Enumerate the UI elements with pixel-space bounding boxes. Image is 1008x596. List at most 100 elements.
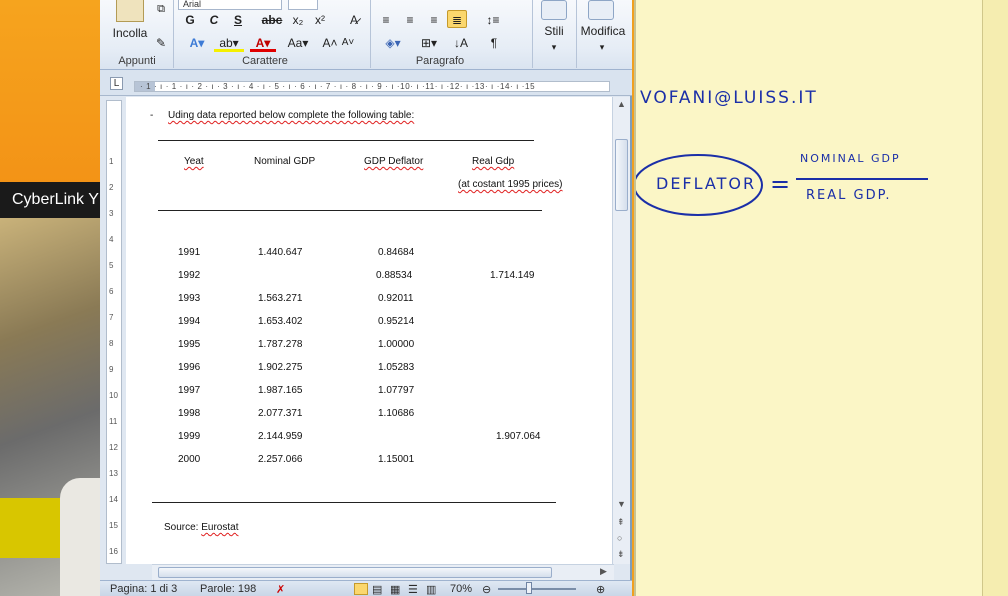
webcam-person (60, 478, 104, 596)
full-screen-view-icon[interactable]: ▤ (372, 583, 382, 596)
prev-page-icon[interactable]: ⇞ (617, 517, 625, 528)
zoom-in-icon[interactable]: ⊕ (596, 583, 605, 596)
table-cell-deflator: 1.10686 (378, 408, 415, 419)
zoom-slider-handle[interactable] (526, 582, 532, 594)
source-line: Source: Eurostat (164, 522, 239, 533)
align-right-icon[interactable]: ≡ (424, 11, 444, 29)
table-cell-year: 1993 (178, 293, 201, 304)
table-cell-real: 1.907.064 (496, 431, 541, 442)
tab-selector[interactable]: L (110, 77, 123, 90)
font-name-box[interactable]: Arial (178, 0, 282, 10)
webcam-object (0, 498, 62, 558)
line-spacing-icon[interactable]: ↕≡ (480, 11, 506, 29)
sort-icon[interactable]: ↓A (452, 34, 470, 52)
table-cell-year: 1998 (178, 408, 201, 419)
browse-object-icon[interactable]: ○ (617, 533, 622, 543)
underline-button[interactable]: S (230, 11, 246, 29)
superscript-icon[interactable]: x² (312, 11, 328, 29)
italic-button[interactable]: C (206, 11, 222, 29)
align-center-icon[interactable]: ≡ (400, 11, 420, 29)
draft-view-icon[interactable]: ▥ (426, 583, 436, 596)
header-deflator-text: GDP Deflator (364, 156, 424, 167)
table-cell-nominal: 1.902.275 (258, 362, 303, 373)
table-cell-year: 1992 (178, 270, 201, 281)
table-cell-year: 1995 (178, 339, 201, 350)
table-cell-year: 1997 (178, 385, 201, 396)
paste-button[interactable]: Incolla (108, 24, 152, 42)
zoom-out-icon[interactable]: ⊖ (482, 583, 491, 596)
word-window: Incolla ⧉ ✎ Appunti Arial G C S abc x₂ x… (100, 0, 632, 596)
shrink-font-icon[interactable]: A˅ (340, 34, 356, 52)
paragraph-group-label: Paragrafo (415, 55, 465, 67)
font-color-icon[interactable]: A▾ (250, 34, 276, 52)
ruler-ticks: · 1 · ı · 1 · ı · 2 · ı · 3 · ı · 4 · ı … (140, 82, 536, 91)
print-layout-icon[interactable] (354, 583, 368, 595)
document-page[interactable]: - Uding data reported below complete the… (126, 97, 612, 564)
web-layout-icon[interactable]: ▦ (390, 583, 400, 596)
table-cell-deflator: 0.92011 (378, 293, 414, 304)
instruction-text: Uding data reported below complete the f… (168, 110, 414, 121)
group-separator (370, 0, 371, 68)
zoom-level[interactable]: 70% (450, 583, 472, 595)
instruction-sentence: Uding data reported below complete the f… (168, 110, 415, 121)
borders-icon[interactable]: ⊞▾ (414, 34, 444, 52)
edit-dropdown-icon[interactable]: ▾ (594, 38, 610, 56)
handwritten-denominator: REAL GDP. (806, 188, 892, 203)
clipboard-group-label: Appunti (118, 55, 156, 67)
vertical-scroll-thumb[interactable] (615, 139, 628, 211)
table-cell-deflator: 1.05283 (378, 362, 415, 373)
handwritten-numerator: NOMINAL GDP (800, 152, 901, 165)
header-nominal: Nominal GDP (254, 156, 316, 167)
table-cell-nominal: 1.563.271 (258, 293, 303, 304)
subscript-icon[interactable]: x₂ (290, 11, 306, 29)
status-bar: Pagina: 1 di 3 Parole: 198 ✗ ▤ ▦ ☰ ▥ 70%… (100, 580, 632, 596)
header-year: Yeat (184, 156, 204, 167)
horizontal-scroll-thumb[interactable] (158, 567, 552, 578)
scroll-down-icon[interactable]: ▼ (617, 499, 626, 509)
change-case-icon[interactable]: Aa▾ (284, 34, 312, 52)
proofing-icon[interactable]: ✗ (276, 583, 285, 596)
styles-icon[interactable] (541, 0, 567, 20)
group-separator (532, 0, 533, 68)
header-real-sub: (at costant 1995 prices) (458, 179, 563, 190)
text-effects-icon[interactable]: A▾ (182, 34, 212, 52)
paste-icon[interactable] (116, 0, 144, 22)
format-painter-icon[interactable]: ✎ (152, 34, 170, 52)
cyberlink-taskbar-label[interactable]: CyberLink Y (0, 182, 100, 218)
align-left-icon[interactable]: ≡ (376, 11, 396, 29)
next-page-icon[interactable]: ⇟ (617, 549, 625, 560)
table-cell-nominal: 2.144.959 (258, 431, 303, 442)
bold-button[interactable]: G (182, 11, 198, 29)
copy-icon[interactable]: ⧉ (152, 0, 170, 18)
strikethrough-icon[interactable]: abc (260, 11, 284, 29)
binoculars-icon[interactable] (588, 0, 614, 20)
clear-format-icon[interactable]: A̷ (344, 11, 364, 29)
outline-view-icon[interactable]: ☰ (408, 583, 418, 596)
table-cell-real: 1.714.149 (490, 270, 535, 281)
word-count[interactable]: Parole: 198 (200, 583, 256, 595)
table-cell-deflator: 0.84684 (378, 247, 415, 258)
horizontal-ruler: L · 1 · ı · 1 · ı · 2 · ı · 3 · ı · 4 · … (100, 70, 632, 96)
scroll-right-icon[interactable]: ▶ (600, 566, 607, 577)
table-cell-year: 2000 (178, 454, 201, 465)
table-cell-nominal: 2.257.066 (258, 454, 303, 465)
justify-icon[interactable]: ≣ (447, 10, 467, 28)
header-real: Real Gdp (472, 156, 514, 167)
whiteboard-edge (982, 0, 1008, 596)
vertical-scrollbar[interactable]: ▲ ▼ ⇞ ○ ⇟ (612, 97, 630, 564)
zoom-slider[interactable] (498, 588, 576, 590)
shading-icon[interactable]: ◈▾ (378, 34, 408, 52)
handwritten-equals: = (770, 170, 793, 198)
horizontal-scrollbar[interactable]: ▶ (152, 564, 614, 580)
source-name: Eurostat (201, 522, 239, 533)
highlight-icon[interactable]: ab▾ (214, 34, 244, 52)
page-count[interactable]: Pagina: 1 di 3 (110, 583, 177, 595)
font-group-label: Carattere (242, 55, 288, 67)
styles-dropdown-icon[interactable]: ▾ (546, 38, 562, 56)
grow-font-icon[interactable]: A˄ (322, 34, 338, 52)
font-size-box[interactable] (288, 0, 318, 10)
table-cell-deflator: 1.00000 (378, 339, 415, 350)
webcam-feed (0, 218, 104, 596)
scroll-up-icon[interactable]: ▲ (617, 99, 626, 109)
show-marks-icon[interactable]: ¶ (486, 34, 502, 52)
